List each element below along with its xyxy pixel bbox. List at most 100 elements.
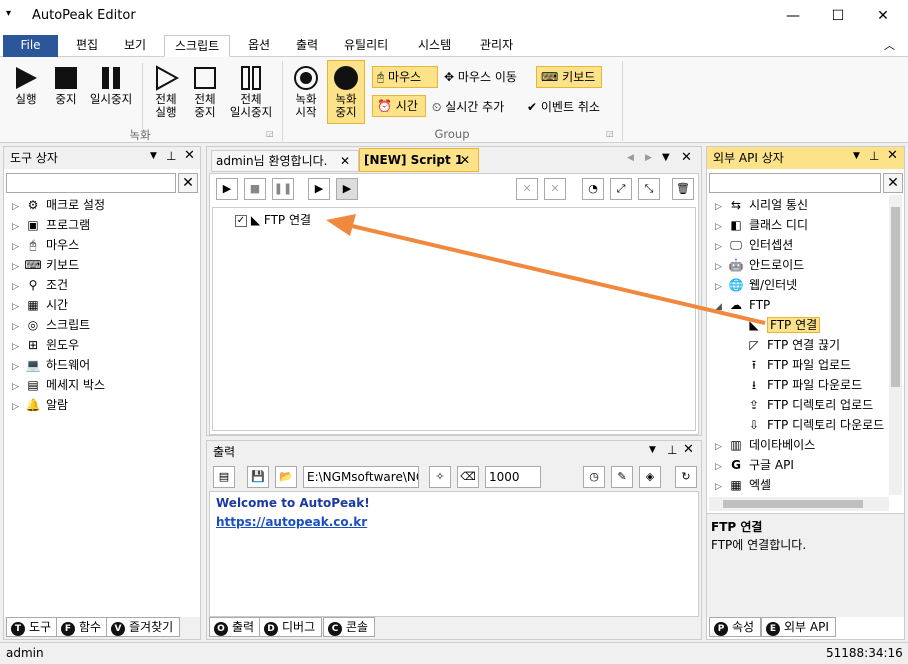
delete-all-button[interactable]: ✕ — [544, 178, 566, 200]
tree-item[interactable]: ◸ FTP 연결 끊기 — [715, 335, 887, 355]
close-document-icon[interactable]: ✕ — [681, 150, 692, 165]
step-button[interactable]: ▶ — [308, 178, 330, 200]
new-log-button[interactable]: ▤ — [213, 466, 235, 488]
menu-file[interactable]: File — [3, 35, 58, 57]
tab-debug[interactable]: D 디버그 — [259, 617, 323, 637]
stop-all-button[interactable]: 전체 중지 — [187, 65, 223, 119]
menu-script[interactable]: 스크립트 — [164, 35, 231, 57]
brush-icon[interactable]: ✎ — [611, 466, 633, 488]
run-from-button[interactable]: ▶ — [336, 178, 358, 200]
tree-item[interactable]: ▷ ▥ 데이타베이스 — [715, 435, 887, 455]
close-button[interactable]: ✕ — [860, 0, 906, 32]
horizontal-scrollbar[interactable] — [709, 497, 889, 511]
minimize-button[interactable]: — — [770, 0, 816, 32]
scroll-tabs-right-icon[interactable]: ▶ — [645, 153, 652, 163]
dialog-launcher-icon[interactable]: ◲ — [266, 129, 274, 138]
api-search-clear-button[interactable]: ✕ — [883, 173, 903, 193]
collapse-button[interactable]: ⤡ — [638, 178, 660, 200]
event-cancel-toggle[interactable]: ✔ 이벤트 취소 — [527, 98, 600, 115]
system-menu-icon[interactable]: ▾ — [6, 8, 11, 19]
tree-item-ftp-connect[interactable]: ◣ FTP 연결 — [715, 315, 887, 335]
eraser-icon[interactable]: ⌫ — [457, 466, 479, 488]
menu-view[interactable]: 보기 — [114, 35, 156, 57]
tab-script1[interactable]: [NEW] Script 1 ✕ — [359, 148, 479, 172]
stop-button[interactable]: 중지 — [48, 65, 84, 106]
api-search-input[interactable] — [709, 173, 881, 193]
website-link[interactable]: https://autopeak.co.kr — [216, 513, 692, 532]
tree-item[interactable]: ⇪ FTP 디렉토리 업로드 — [715, 395, 887, 415]
scrollbar-thumb[interactable] — [891, 207, 900, 387]
toolbox-search-input[interactable] — [6, 173, 176, 193]
tree-item[interactable]: ⭱ FTP 파일 업로드 — [715, 355, 887, 375]
tree-item-ftp[interactable]: ◢ ☁ FTP — [715, 295, 887, 315]
panel-menu-icon[interactable]: ▼ — [150, 151, 157, 161]
vertical-scrollbar[interactable] — [889, 195, 902, 495]
tree-item[interactable]: ▷ ⚙ 매크로 설정 — [12, 195, 198, 215]
tree-item[interactable]: ▷ 💻 하드웨어 — [12, 355, 198, 375]
panel-close-icon[interactable]: ✕ — [887, 148, 898, 163]
pause-button[interactable]: 일시중지 — [86, 65, 136, 106]
stop-script-button[interactable]: ■ — [244, 178, 266, 200]
collapse-ribbon-icon[interactable]: ︿ — [884, 37, 895, 53]
keyboard-toggle[interactable]: ⌨ 키보드 — [536, 66, 602, 88]
tab-list-icon[interactable]: ▼ — [662, 152, 670, 163]
tree-item[interactable]: ▷ ⊞ 윈도우 — [12, 335, 198, 355]
tab-welcome[interactable]: admin님 환영합니다. ✕ — [211, 150, 359, 172]
menu-utility[interactable]: 유틸리티 — [334, 35, 398, 57]
tree-item[interactable]: ⇩ FTP 디렉토리 다운로드 — [715, 415, 887, 435]
panel-menu-icon[interactable]: ▼ — [853, 151, 860, 161]
tab-favorites[interactable]: V 즐겨찾기 — [106, 617, 181, 637]
tree-item[interactable]: ▷ G 구글 API — [715, 455, 887, 475]
pin-icon[interactable]: ⊥ — [869, 149, 879, 163]
tree-item[interactable]: ▷ ▣ 프로그램 — [12, 215, 198, 235]
open-folder-icon[interactable]: 📂 — [275, 466, 297, 488]
script-item-ftp-connect[interactable]: ✓ ◣ FTP 연결 — [235, 210, 311, 230]
tree-item[interactable]: ▷ 🌐 웹/인터넷 — [715, 275, 887, 295]
refresh-icon[interactable]: ↻ — [675, 466, 697, 488]
tab-tools[interactable]: T 도구 — [6, 617, 59, 637]
pin-icon[interactable]: ⊥ — [667, 443, 677, 457]
hscrollbar-thumb[interactable] — [723, 500, 863, 508]
menu-admin[interactable]: 관리자 — [470, 35, 523, 57]
reset-button[interactable]: ◔ — [582, 178, 604, 200]
menu-edit[interactable]: 편집 — [66, 35, 108, 57]
tree-item[interactable]: ▷ ◧ 클래스 디디 — [715, 215, 887, 235]
tab-console[interactable]: C 콘솔 — [323, 617, 376, 637]
delete-button[interactable]: ✕ — [516, 178, 538, 200]
run-script-button[interactable]: ▶ — [216, 178, 238, 200]
save-icon[interactable]: 💾 — [247, 466, 269, 488]
toolbox-search-clear-button[interactable]: ✕ — [178, 173, 198, 193]
menu-output[interactable]: 출력 — [286, 35, 328, 57]
panel-close-icon[interactable]: ✕ — [683, 442, 694, 457]
mouse-toggle[interactable]: 🖰 마우스 — [372, 66, 438, 88]
tab-functions[interactable]: F 함수 — [56, 617, 109, 637]
line-count-stepper[interactable]: 1000 — [485, 466, 541, 488]
mouse-move-toggle[interactable]: ✥ 마우스 이동 — [444, 68, 517, 85]
trash-icon[interactable]: 🗑 — [672, 178, 694, 200]
tab-properties[interactable]: P 속성 — [709, 617, 762, 637]
tree-item[interactable]: ▷ ▦ 시간 — [12, 295, 198, 315]
tree-item[interactable]: ⭳ FTP 파일 다운로드 — [715, 375, 887, 395]
time-toggle[interactable]: ⏰ 시간 — [372, 95, 426, 117]
scroll-tabs-left-icon[interactable]: ◀ — [627, 153, 634, 163]
menu-options[interactable]: 옵션 — [238, 35, 280, 57]
pin-icon[interactable]: ⊥ — [166, 149, 176, 163]
menu-system[interactable]: 시스템 — [408, 35, 461, 57]
pause-all-button[interactable]: 전체 일시중지 — [226, 65, 276, 119]
log-path-field[interactable]: E:\NGMsoftware\NG — [303, 466, 419, 488]
tree-item[interactable]: ▷ ⇆ 시리얼 통신 — [715, 195, 887, 215]
expand-button[interactable]: ⤢ — [610, 178, 632, 200]
tree-item[interactable]: ▷ 🤖 안드로이드 — [715, 255, 887, 275]
run-button[interactable]: 실행 — [8, 65, 44, 106]
tree-item[interactable]: ▷ 🔔 알람 — [12, 395, 198, 415]
panel-close-icon[interactable]: ✕ — [184, 148, 195, 163]
realtime-add-toggle[interactable]: ⏲ 실시간 추가 — [432, 98, 504, 115]
pause-script-button[interactable]: ❚❚ — [272, 178, 294, 200]
fill-icon[interactable]: ◈ — [639, 466, 661, 488]
panel-menu-icon[interactable]: ▼ — [649, 445, 656, 455]
tab-output[interactable]: O 출력 — [209, 617, 262, 637]
record-stop-button[interactable]: 녹화 중지 — [327, 60, 365, 124]
tree-item[interactable]: ▷ 🖰 마우스 — [12, 235, 198, 255]
tree-item[interactable]: ▷ ⚲ 조건 — [12, 275, 198, 295]
dialog-launcher-icon-2[interactable]: ◲ — [606, 129, 614, 138]
